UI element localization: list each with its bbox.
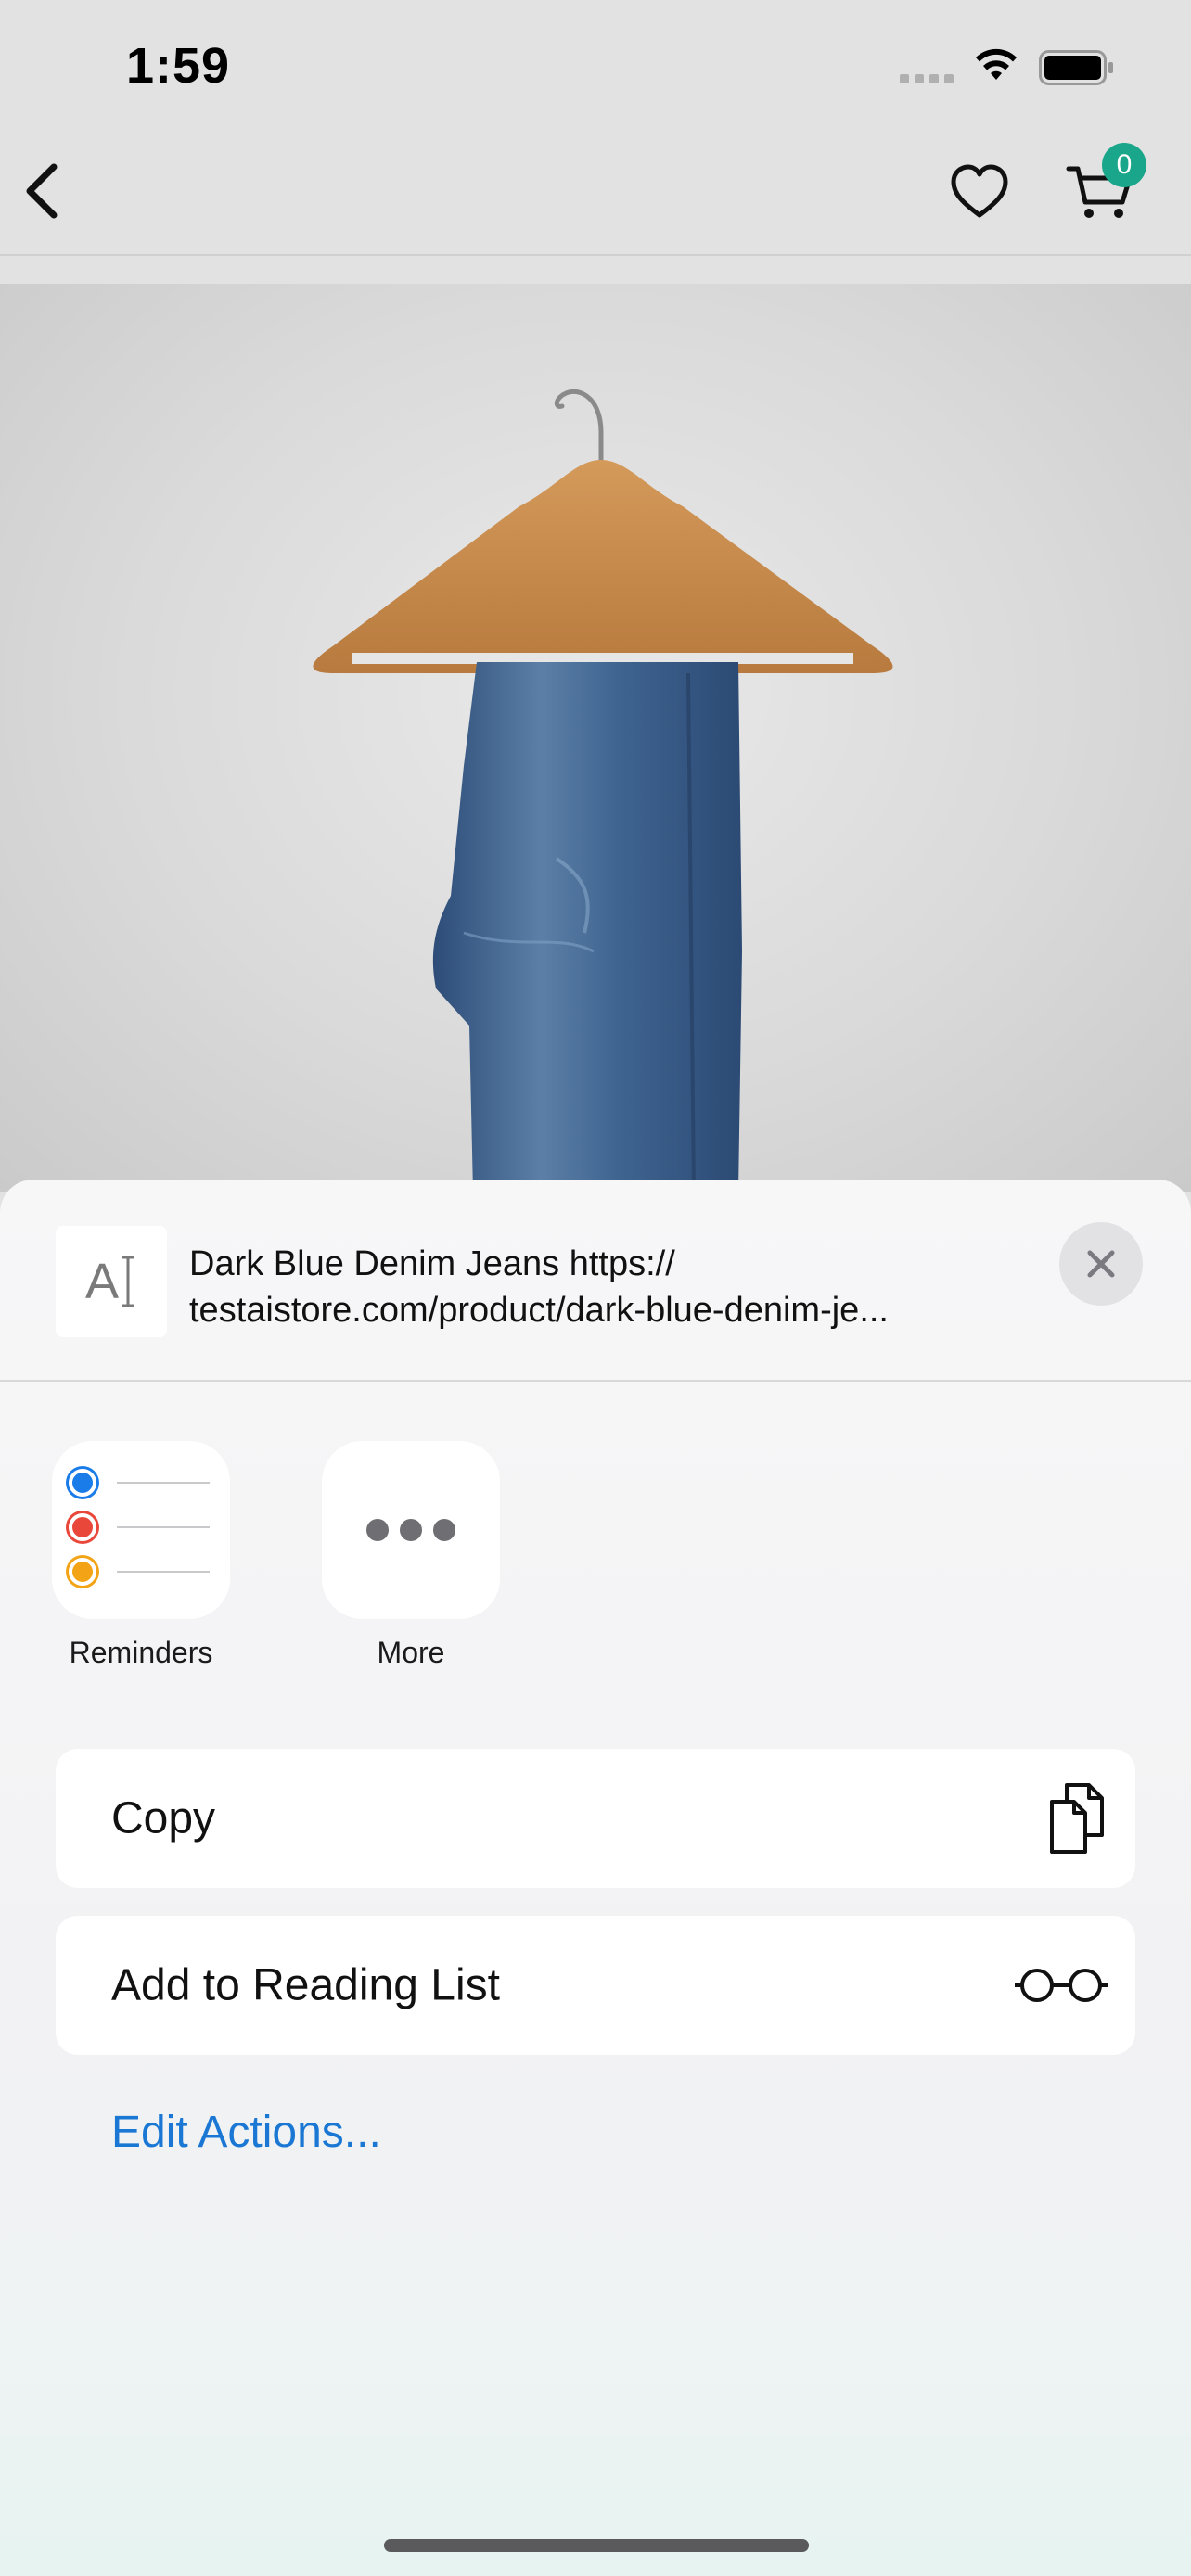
signal-icon [900, 74, 954, 83]
text-cursor-icon [122, 1256, 134, 1307]
glasses-icon [1015, 1969, 1108, 2002]
jeans-on-hanger-image [313, 389, 893, 1192]
cart-count-badge: 0 [1102, 143, 1146, 187]
edit-actions-link[interactable]: Edit Actions... [111, 2107, 381, 2158]
copy-action[interactable]: Copy [56, 1749, 1135, 1888]
share-sheet-header: A Dark Blue Denim Jeans https:// testais… [0, 1180, 1191, 1382]
screen: 1:59 0 A Dark Blue Denim Jeans https:// … [0, 0, 1191, 2576]
app-label-more: More [377, 1636, 445, 1669]
share-sheet: A Dark Blue Denim Jeans https:// testais… [0, 1180, 1191, 2576]
nav-bar [0, 130, 1191, 256]
status-time: 1:59 [126, 38, 231, 94]
share-title-line-2: testaistore.com/product/dark-blue-denim-… [189, 1291, 889, 1330]
add-to-reading-list-action[interactable]: Add to Reading List [56, 1916, 1135, 2055]
close-icon [1087, 1250, 1115, 1278]
app-reminders[interactable]: Reminders [48, 1441, 234, 1670]
copy-label: Copy [111, 1793, 216, 1843]
app-more[interactable]: More [318, 1441, 504, 1670]
heart-icon[interactable] [946, 158, 1013, 224]
status-bar: 1:59 [0, 0, 1191, 130]
text-document-thumbnail: A [56, 1226, 167, 1337]
reminders-icon [52, 1441, 230, 1619]
share-title: Dark Blue Denim Jeans https:// testaisto… [189, 1241, 987, 1333]
copy-icon [1050, 1783, 1104, 1854]
more-icon [322, 1441, 500, 1619]
app-label-reminders: Reminders [69, 1636, 213, 1669]
product-image[interactable] [0, 284, 1191, 1192]
text-glyph: A [84, 1254, 120, 1309]
battery-icon [1039, 50, 1113, 85]
close-button[interactable] [1059, 1222, 1143, 1306]
share-title-line-1: Dark Blue Denim Jeans https:// [189, 1244, 675, 1283]
wifi-icon [976, 48, 1017, 80]
reading-list-label: Add to Reading List [111, 1960, 500, 2010]
chevron-left-icon[interactable] [13, 158, 80, 224]
home-indicator[interactable] [384, 2539, 809, 2552]
